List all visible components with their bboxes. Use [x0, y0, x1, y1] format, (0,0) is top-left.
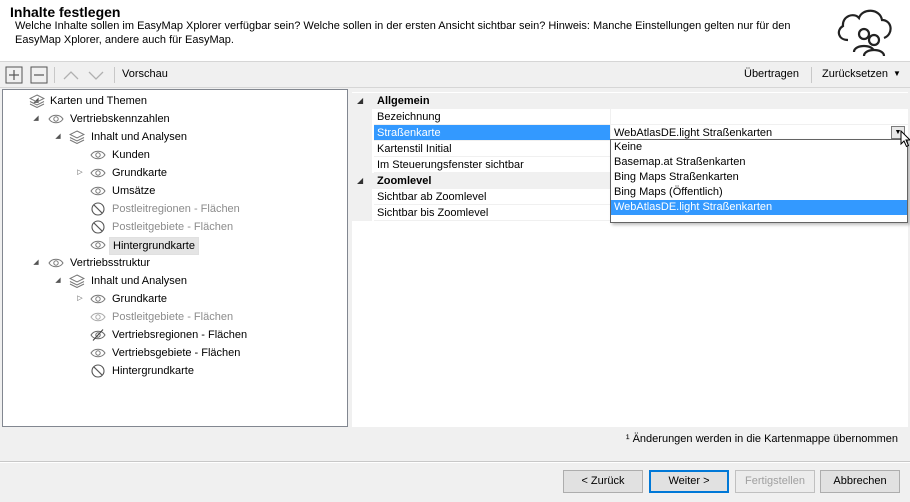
tree-item-selected[interactable]: Hintergrundkarte — [3, 236, 343, 255]
dropdown-option[interactable]: Basemap.at Straßenkarten — [611, 155, 907, 170]
collapsed-icon[interactable]: ▷ — [75, 290, 85, 308]
collapse-all-icon[interactable] — [30, 66, 48, 84]
finish-button[interactable]: Fertigstellen — [735, 470, 815, 493]
expanded-icon[interactable]: ◢ — [357, 173, 363, 189]
property-name: Kartenstil Initial — [374, 141, 610, 157]
expanded-icon[interactable]: ◢ — [53, 272, 63, 290]
tree-item-label: Hintergrundkarte — [109, 237, 199, 255]
category-label: Zoomlevel — [377, 175, 432, 187]
tree-item[interactable]: ◢ Vertriebsstruktur — [3, 254, 343, 272]
tree-item-label: Grundkarte — [112, 293, 168, 305]
eye-hidden-icon — [90, 329, 106, 341]
eye-icon — [90, 150, 106, 160]
preview-button[interactable]: Vorschau — [122, 68, 168, 80]
expanded-icon[interactable]: ◢ — [31, 254, 41, 272]
road-map-select-value: WebAtlasDE.light Straßenkarten — [614, 127, 773, 139]
mouse-cursor-icon — [900, 130, 910, 148]
expanded-icon[interactable]: ◢ — [31, 110, 41, 128]
tree-item[interactable]: Postleitgebiete - Flächen — [3, 308, 343, 326]
collapsed-icon[interactable]: ▷ — [75, 164, 85, 182]
tree-item[interactable]: ◢ Inhalt und Analysen — [3, 272, 343, 290]
tree-item-label: Kunden — [112, 149, 150, 161]
eye-icon — [90, 312, 106, 322]
category-general[interactable]: ◢ Allgemein — [352, 93, 908, 109]
property-name: Sichtbar bis Zoomlevel — [374, 205, 610, 221]
road-map-options[interactable]: Keine Basemap.at Straßenkarten Bing Maps… — [610, 139, 908, 223]
back-button[interactable]: < Zurück — [563, 470, 643, 493]
expanded-icon[interactable]: ◢ — [357, 93, 363, 109]
tree-item[interactable]: Postleitregionen - Flächen — [3, 200, 343, 218]
toolbar-separator — [54, 67, 55, 83]
tree-item[interactable]: Vertriebsregionen - Flächen — [3, 326, 343, 344]
layers-icon — [29, 94, 45, 108]
footnote: ¹ Änderungen werden in die Kartenmappe ü… — [625, 433, 898, 445]
page-description: Welche Inhalte sollen im EasyMap Xplorer… — [15, 20, 791, 46]
page-title: Inhalte festlegen — [10, 4, 121, 20]
reset-dropdown[interactable]: Zurücksetzen ▼ — [822, 68, 901, 80]
apply-button[interactable]: Übertragen — [744, 68, 799, 80]
eye-icon — [90, 168, 106, 178]
toolbar-separator — [114, 67, 115, 83]
dropdown-option-selected[interactable]: WebAtlasDE.light Straßenkarten — [611, 200, 907, 215]
tree-item[interactable]: ◢ Karten und Themen — [3, 92, 343, 110]
prohibited-icon — [91, 202, 105, 216]
tree-item-label: Inhalt und Analysen — [91, 131, 188, 143]
eye-icon — [90, 348, 106, 358]
layers-icon — [69, 130, 85, 144]
property-name: Sichtbar ab Zoomlevel — [374, 189, 610, 205]
cloud-users-icon — [837, 9, 892, 57]
dropdown-option[interactable]: Bing Maps Straßenkarten — [611, 170, 907, 185]
eye-icon — [90, 240, 106, 250]
tree-item-label: Postleitgebiete - Flächen — [112, 311, 234, 323]
chevron-down-icon: ▼ — [893, 69, 901, 78]
eye-icon — [48, 114, 64, 124]
tree-item-label: Inhalt und Analysen — [91, 275, 188, 287]
tree-item-label: Vertriebsstruktur — [70, 257, 151, 269]
expand-all-icon[interactable] — [5, 66, 23, 84]
wizard-header: Inhalte festlegen Welche Inhalte sollen … — [0, 0, 910, 62]
move-up-icon[interactable] — [62, 66, 80, 84]
tree-item-label: Umsätze — [112, 185, 156, 197]
prohibited-icon — [91, 364, 105, 378]
tree-item[interactable]: Postleitgebiete - Flächen — [3, 218, 343, 236]
prohibited-icon — [91, 220, 105, 234]
eye-icon — [90, 294, 106, 304]
content-tree[interactable]: ◢ Karten und Themen ◢ Vertriebskennzahle… — [2, 89, 348, 427]
tree-item[interactable]: Umsätze — [3, 182, 343, 200]
tree-item[interactable]: Hintergrundkarte — [3, 362, 343, 380]
tree-item[interactable]: ▷ Grundkarte — [3, 290, 343, 308]
tree-item-label: Karten und Themen — [50, 95, 148, 107]
dropdown-option[interactable]: Bing Maps (Öffentlich) — [611, 185, 907, 200]
next-button[interactable]: Weiter > — [649, 470, 729, 493]
tree-item-label: Grundkarte — [112, 167, 168, 179]
layers-icon — [69, 274, 85, 288]
tree-item[interactable]: ◢ Inhalt und Analysen — [3, 128, 343, 146]
category-label: Allgemein — [377, 95, 430, 107]
toolbar: Vorschau Übertragen Zurücksetzen ▼ — [0, 62, 910, 88]
tree-item-label: Postleitgebiete - Flächen — [112, 221, 234, 233]
property-row[interactable]: Bezeichnung — [352, 109, 908, 125]
tree-item-label: Vertriebsregionen - Flächen — [112, 329, 248, 341]
cancel-button[interactable]: Abbrechen — [820, 470, 900, 493]
divider — [0, 462, 910, 463]
reset-label: Zurücksetzen — [822, 68, 889, 80]
property-name: Bezeichnung — [374, 109, 610, 125]
property-name: Im Steuerungsfenster sichtbar — [374, 157, 610, 173]
eye-icon — [90, 186, 106, 196]
dropdown-option[interactable]: Keine — [611, 140, 907, 155]
move-down-icon[interactable] — [87, 66, 105, 84]
eye-icon — [48, 258, 64, 268]
tree-item-label: Vertriebsgebiete - Flächen — [112, 347, 241, 359]
toolbar-separator — [811, 67, 812, 83]
tree-item[interactable]: ◢ Vertriebskennzahlen — [3, 110, 343, 128]
tree-item[interactable]: Kunden — [3, 146, 343, 164]
tree-item-label: Postleitregionen - Flächen — [112, 203, 240, 215]
tree-item[interactable]: ▷ Grundkarte — [3, 164, 343, 182]
tree-item-label: Hintergrundkarte — [112, 365, 194, 377]
tree-item[interactable]: Vertriebsgebiete - Flächen — [3, 344, 343, 362]
property-name: Straßenkarte — [374, 125, 610, 141]
expanded-icon[interactable]: ◢ — [53, 128, 63, 146]
property-value[interactable] — [610, 109, 908, 125]
tree-item-label: Vertriebskennzahlen — [70, 113, 170, 125]
